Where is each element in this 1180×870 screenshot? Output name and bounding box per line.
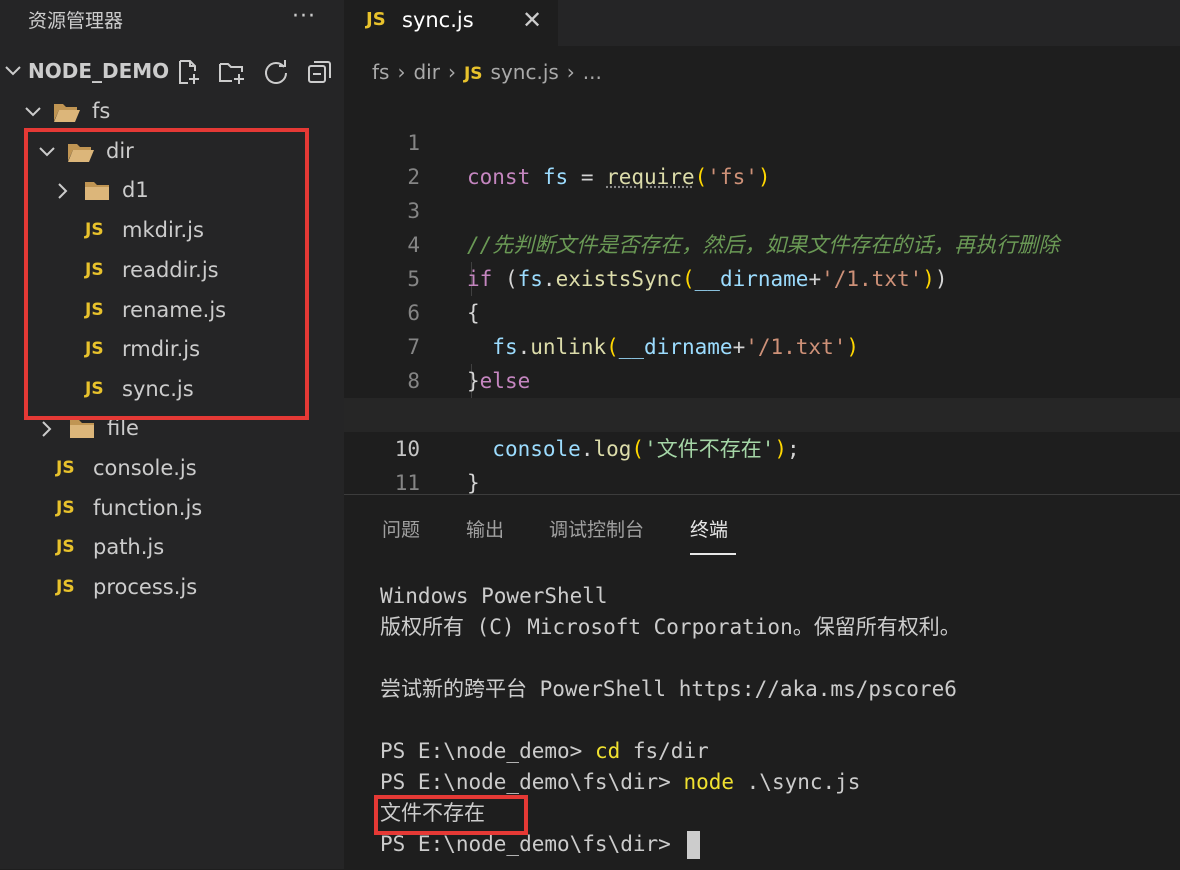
js-file-icon: JS [56,577,75,597]
breadcrumb-item[interactable]: dir [413,60,439,84]
active-tab-indicator [690,553,736,555]
code-line: 2 [344,126,1180,189]
bottom-panel: 问题 输出 调试控制台 终端 Windows PowerShell 版权所有 (… [344,494,1180,870]
js-file-icon: JS [56,458,75,478]
code-line: 3 //先判断文件是否存在，然后，如果文件存在的话，再执行删除 [344,160,1180,257]
command: node [683,770,735,794]
refresh-icon[interactable] [262,58,290,86]
tab-label: sync.js [402,8,474,32]
chevron-down-icon [25,107,41,117]
code-line: 1 const fs = require('fs') [344,92,1180,189]
prompt: PS E:\node_demo> [380,739,595,763]
explorer-title: 资源管理器 [28,10,124,32]
tab-sync-js[interactable]: JS sync.js ✕ [344,0,558,46]
project-header[interactable]: NODE_DEMO [0,52,344,90]
terminal-line: PS E:\node_demo> cd fs/dir [380,736,709,767]
tree-item-fs[interactable]: fs [0,91,344,131]
tree-item-process-js[interactable]: JS process.js [0,567,344,607]
tree-item-path-js[interactable]: JS path.js [0,527,344,567]
tree-item-label: function.js [93,496,203,520]
command: cd [594,739,621,763]
terminal-line: 版权所有 (C) Microsoft Corporation。保留所有权利。 [380,615,961,639]
tab-bar: JS sync.js ✕ [344,0,1180,46]
code-line: 7 }else [344,296,1180,393]
prompt: PS E:\node_demo\fs\dir> [380,832,684,856]
tree-item-function-js[interactable]: JS function.js [0,488,344,528]
tab-output[interactable]: 输出 [466,515,504,542]
explorer-sidebar: 资源管理器 ··· NODE_DEMO fs dir d1 JS mkdir.j… [0,0,344,869]
terminal-cursor [687,831,701,859]
highlight-box-output [374,795,528,835]
tree-item-label: fs [92,99,111,123]
chevron-right-icon: › [397,60,406,84]
js-file-icon: JS [463,64,483,84]
editor-area: JS sync.js ✕ fs › dir › JS sync.js ›... 1 cons… [344,0,1180,495]
tree-item-console-js[interactable]: JS console.js [0,448,344,488]
folder-icon [70,420,94,438]
more-actions-icon[interactable]: ··· [288,4,320,34]
tree-item-label: process.js [93,575,198,599]
folder-open-icon [54,104,80,122]
js-file-icon: JS [56,498,75,518]
chevron-down-icon [5,66,21,76]
js-file-icon: JS [366,9,386,30]
terminal-line: PS E:\node_demo\fs\dir> node .\sync.js [380,767,860,798]
code-line: 8 { [344,330,1180,427]
code-line: 4 if (fs.existsSync(__dirname+'/1.txt')) [344,194,1180,291]
breadcrumb-item[interactable]: sync.js [491,60,559,84]
new-file-icon[interactable] [174,58,202,86]
breadcrumb-item[interactable]: fs [372,60,389,84]
js-file-icon: JS [56,537,75,557]
breadcrumb-item[interactable]: ... [583,60,602,84]
project-name: NODE_DEMO [28,59,170,83]
code-line: 11 [344,432,1180,495]
close-icon[interactable]: ✕ [522,6,542,34]
terminal-line: 尝试新的跨平台 PowerShell https://aka.ms/pscore… [380,677,957,701]
new-folder-icon[interactable] [218,58,246,86]
code-line: 6 fs.unlink(__dirname+'/1.txt') [344,262,1180,359]
tree-item-label: console.js [93,456,197,480]
tree-item-label: path.js [93,535,165,559]
chevron-right-icon: › [447,60,456,84]
code-line: 9 console.log('文件不存在'); [344,364,1180,461]
tab-debug-console[interactable]: 调试控制台 [549,515,644,542]
chevron-right-icon: › [566,60,575,84]
code-line-active: 10 } [344,398,1180,495]
tab-terminal[interactable]: 终端 [690,515,728,542]
collapse-all-icon[interactable] [306,58,334,86]
breadcrumb: fs › dir › JS sync.js ›... [372,56,602,88]
command-args: .\sync.js [734,770,861,794]
code-line: 5 { [344,228,1180,325]
command-args: fs/dir [620,739,709,763]
prompt: PS E:\node_demo\fs\dir> [380,770,684,794]
tab-problems[interactable]: 问题 [382,515,420,542]
highlight-box-dir [24,128,309,420]
terminal-line: Windows PowerShell [380,584,608,608]
chevron-right-icon [42,421,52,437]
